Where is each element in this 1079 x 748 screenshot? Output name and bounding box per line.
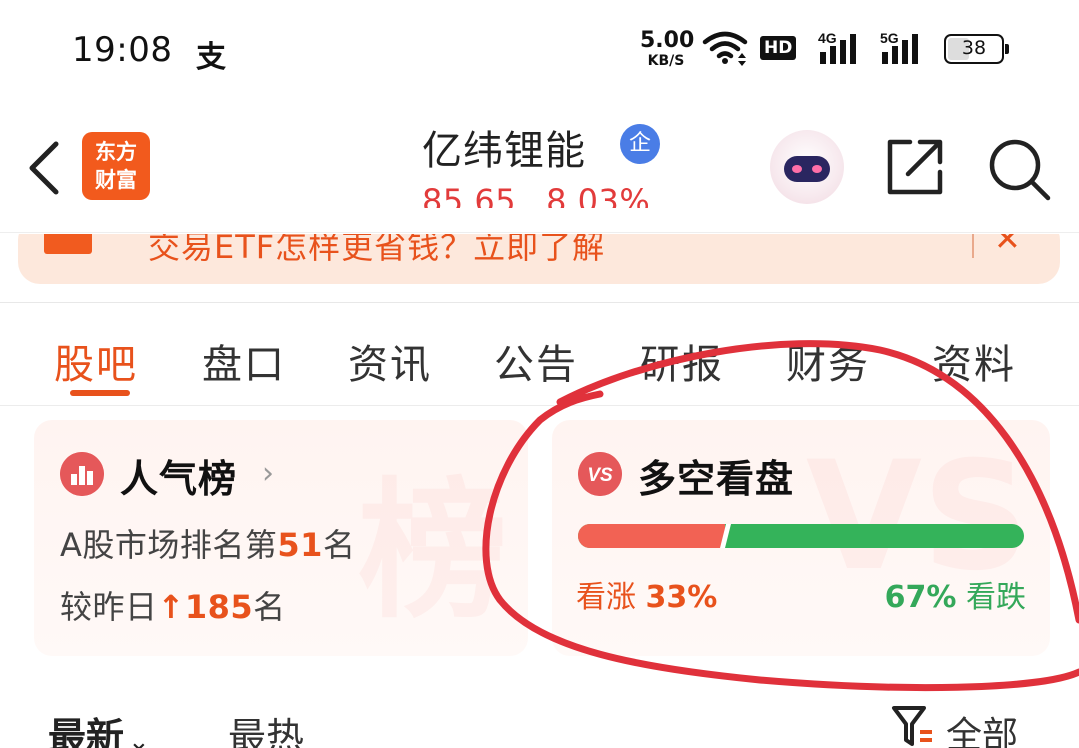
bearish-pct: 67% [884, 580, 957, 615]
tab-news[interactable]: 资讯 [348, 332, 432, 390]
bullish-fill [578, 524, 726, 548]
arrow-up-icon: ↑ [157, 588, 185, 626]
bullish-pct: 33% [645, 580, 718, 615]
signal-4g-label: 4G [818, 30, 837, 46]
popularity-watermark: 榜 [357, 465, 508, 639]
header-divider [0, 232, 1079, 233]
tab-bar: 股吧 盘口 资讯 公告 研报 财务 资料 [0, 318, 1079, 404]
status-time: 19:08 [72, 30, 173, 70]
rank-value: 51 [277, 526, 323, 564]
signal-4g-icon: 4G [818, 30, 856, 64]
alipay-icon: 支 [196, 40, 226, 75]
rank-change-line: 较昨日↑185名 [60, 582, 286, 628]
filter-label[interactable]: 全部 [946, 706, 1018, 748]
filter-icon[interactable] [890, 704, 936, 748]
chevron-right-icon: › [262, 456, 274, 491]
network-speed-unit: KB/S [647, 53, 685, 69]
tab-research[interactable]: 研报 [640, 332, 724, 390]
network-speed: 5.00 KB/S [640, 28, 695, 69]
search-button[interactable] [986, 136, 1052, 202]
active-tab-indicator [70, 390, 130, 396]
share-button[interactable] [884, 136, 946, 198]
tab-pankou[interactable]: 盘口 [202, 332, 286, 390]
battery-icon: 38 [944, 34, 1009, 64]
signal-5g-icon: 5G [880, 30, 918, 64]
bearish-text: 看跌 [966, 580, 1026, 615]
popularity-title: 人气榜 [120, 457, 238, 501]
network-speed-value: 5.00 [640, 28, 695, 53]
logo-line-2: 财富 [95, 168, 137, 192]
sentiment-title: 多空看盘 [638, 457, 795, 501]
change-prefix: 较昨日 [60, 588, 158, 626]
tabs-bottom-divider [0, 405, 1079, 406]
signal-5g-label: 5G [880, 30, 899, 46]
ranking-chart-icon [60, 452, 104, 496]
tab-finance[interactable]: 财务 [786, 332, 870, 390]
header-overlap-mask [0, 208, 1079, 234]
battery-level: 38 [961, 37, 987, 59]
robot-face-icon [784, 156, 830, 182]
sentiment-bar [578, 524, 1024, 548]
sentiment-card[interactable]: VS VS 多空看盘 看涨 33% 67% 看跌 [552, 420, 1050, 656]
hd-voice-icon: HD [760, 36, 797, 60]
rank-prefix: A股市场排名第 [60, 526, 278, 564]
banner-divider [972, 232, 974, 258]
stock-name: 亿纬锂能 [422, 128, 586, 174]
robot-eye-icon [792, 165, 802, 173]
bullish-text: 看涨 [576, 580, 636, 615]
sort-latest[interactable]: 最新 ⌄ [48, 706, 150, 748]
popularity-card[interactable]: 榜 人气榜 › A股市场排名第51名 较昨日↑185名 [34, 420, 528, 656]
enterprise-badge: 企 [620, 124, 660, 164]
tab-guba[interactable]: 股吧 [54, 332, 138, 390]
ai-assistant-button[interactable] [770, 130, 844, 204]
sort-hot[interactable]: 最热 [228, 706, 304, 748]
logo-line-1: 东方 [95, 140, 137, 164]
change-suffix: 名 [253, 588, 286, 626]
tab-profile[interactable]: 资料 [932, 332, 1016, 390]
sort-bar: 最新 ⌄ 最热 全部 [0, 700, 1079, 748]
versus-icon: VS [578, 452, 622, 496]
market-rank-line: A股市场排名第51名 [60, 520, 355, 566]
chevron-down-icon: ⌄ [128, 727, 150, 748]
wifi-icon [702, 31, 748, 66]
back-button[interactable] [22, 138, 66, 198]
rank-suffix: 名 [322, 526, 356, 564]
eastmoney-logo[interactable]: 东方 财富 [82, 132, 150, 200]
bearish-label: 67% 看跌 [885, 572, 1026, 616]
tab-announcements[interactable]: 公告 [494, 332, 578, 390]
status-bar: 19:08 支 5.00 KB/S HD 4G 5G 38 [0, 0, 1079, 100]
bullish-label: 看涨 33% [576, 572, 717, 616]
robot-eye-icon [812, 165, 822, 173]
versus-icon-text: VS [587, 465, 613, 486]
sort-latest-label: 最新 [48, 715, 125, 748]
tabs-top-divider [0, 302, 1079, 303]
change-value: 185 [184, 588, 254, 626]
